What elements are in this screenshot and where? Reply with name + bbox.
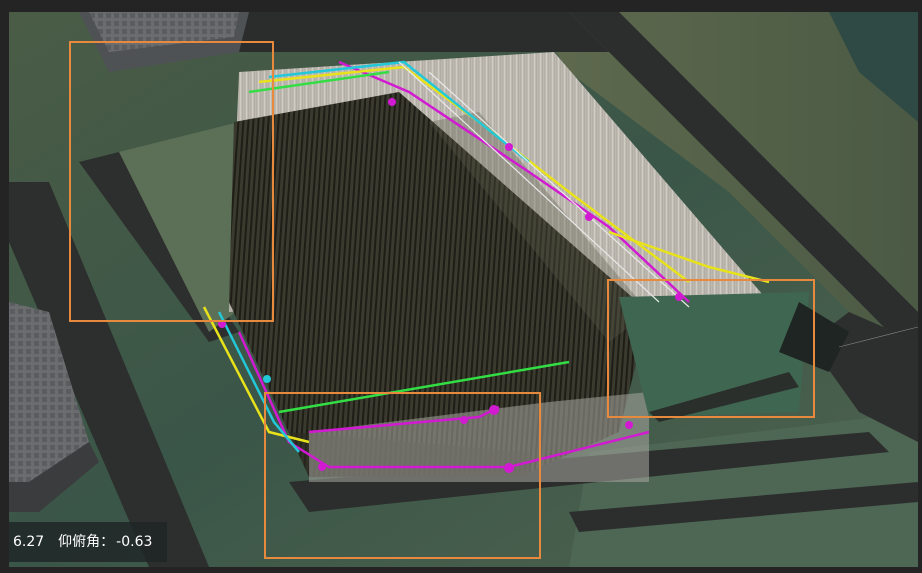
3d-map-viewport[interactable]: 6.27 仰俯角： -0.63 <box>9 12 918 567</box>
camera-status-bar: 6.27 仰俯角： -0.63 <box>9 522 167 562</box>
pitch-label: 仰俯角： <box>58 534 115 550</box>
heading-value: 6.27 <box>13 534 45 550</box>
selection-box-right[interactable] <box>607 279 815 418</box>
pitch-value: -0.63 <box>116 534 153 550</box>
selection-box-bottom-center[interactable] <box>264 392 541 559</box>
selection-box-top-left[interactable] <box>69 41 274 322</box>
